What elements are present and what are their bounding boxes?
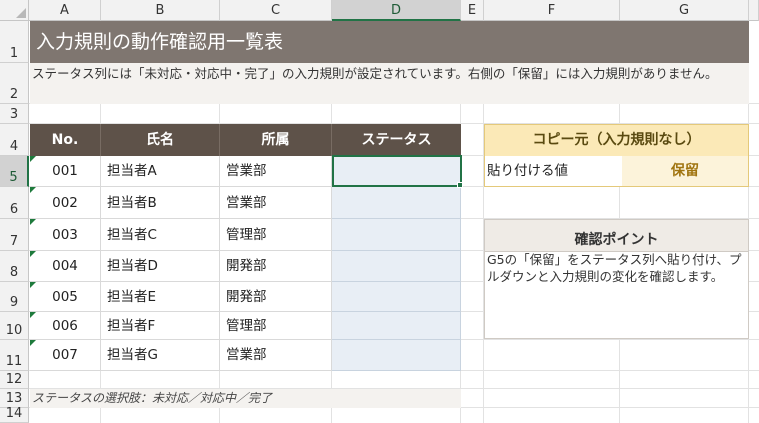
table-header-status[interactable]: ステータス [332, 124, 461, 156]
cell-name[interactable]: 担当者F [101, 312, 220, 340]
error-indicator-icon [30, 251, 36, 257]
cell-no[interactable]: 002 [30, 187, 101, 219]
row-header-5[interactable]: 5 [0, 156, 29, 187]
column-header-e[interactable]: E [461, 0, 484, 21]
error-indicator-icon [30, 187, 36, 193]
table-header-name[interactable]: 氏名 [101, 124, 220, 156]
row-header-12[interactable]: 12 [0, 371, 29, 389]
cell-no[interactable]: 004 [30, 251, 101, 282]
cell-dept[interactable]: 管理部 [220, 312, 332, 340]
table-header-no[interactable]: No. [30, 124, 101, 156]
cell-status[interactable] [332, 219, 461, 251]
sheet-title[interactable]: 入力規則の動作確認用一覧表 [30, 21, 749, 63]
check-point-header[interactable]: 確認ポイント [485, 220, 748, 252]
cell-no[interactable]: 005 [30, 282, 101, 312]
copy-source-header[interactable]: コピー元（入力規則なし） [485, 125, 748, 157]
table-header-dept[interactable]: 所属 [220, 124, 332, 156]
cell-dept[interactable]: 管理部 [220, 219, 332, 251]
check-point-box: 確認ポイント G5の「保留」をステータス列へ貼り付け、プルダウンと入力規則の変化… [484, 219, 749, 339]
column-header-h[interactable] [749, 0, 759, 21]
column-header-f[interactable]: F [484, 0, 620, 21]
status-options-note[interactable]: ステータスの選択肢：未対応／対応中／完了 [30, 389, 461, 408]
error-indicator-icon [30, 340, 36, 346]
cell-dept[interactable]: 開発部 [220, 251, 332, 282]
error-indicator-icon [30, 312, 36, 318]
cell-no[interactable]: 001 [30, 156, 101, 187]
row-header-8[interactable]: 8 [0, 251, 29, 282]
cell-status[interactable] [332, 251, 461, 282]
sheet-description[interactable]: ステータス列には「未対応・対応中・完了」の入力規則が設定されています。右側の「保… [30, 63, 749, 104]
error-indicator-icon [30, 219, 36, 225]
row-header-14[interactable]: 14 [0, 406, 29, 423]
fill-handle[interactable] [457, 182, 463, 188]
cell-status[interactable] [332, 312, 461, 340]
row-header-11[interactable]: 11 [0, 340, 29, 371]
row-header-2[interactable]: 2 [0, 63, 29, 104]
row-header-1[interactable]: 1 [0, 21, 29, 63]
cell-name[interactable]: 担当者E [101, 282, 220, 312]
error-indicator-icon [30, 156, 36, 162]
row-header-3[interactable]: 3 [0, 104, 29, 124]
cell-dept[interactable]: 営業部 [220, 156, 332, 187]
cell-name[interactable]: 担当者C [101, 219, 220, 251]
error-indicator-icon [30, 282, 36, 288]
cell-dept[interactable]: 営業部 [220, 340, 332, 371]
cell-no[interactable]: 003 [30, 219, 101, 251]
cell-name[interactable]: 担当者A [101, 156, 220, 187]
column-header-b[interactable]: B [101, 0, 220, 21]
column-header-c[interactable]: C [220, 0, 332, 21]
copy-source-value[interactable]: 保留 [622, 156, 748, 186]
cell-dept[interactable]: 営業部 [220, 187, 332, 219]
copy-source-label[interactable]: 貼り付ける値 [485, 156, 624, 186]
corner-triangle-icon [16, 8, 26, 18]
cell-dept[interactable]: 開発部 [220, 282, 332, 312]
cell-name[interactable]: 担当者G [101, 340, 220, 371]
column-header-a[interactable]: A [29, 0, 101, 21]
row-header-10[interactable]: 10 [0, 312, 29, 340]
cell-status[interactable] [332, 187, 461, 219]
row-header-4[interactable]: 4 [0, 124, 29, 156]
check-point-text[interactable]: G5の「保留」をステータス列へ貼り付け、プルダウンと入力規則の変化を確認します。 [487, 251, 745, 285]
cell-name[interactable]: 担当者D [101, 251, 220, 282]
cell-status[interactable] [332, 340, 461, 371]
cell-no[interactable]: 006 [30, 312, 101, 340]
select-all-corner[interactable] [0, 0, 29, 21]
cell-name[interactable]: 担当者B [101, 187, 220, 219]
row-header-7[interactable]: 7 [0, 219, 29, 251]
column-header-d[interactable]: D [332, 0, 461, 21]
cell-no[interactable]: 007 [30, 340, 101, 371]
copy-source-box: コピー元（入力規則なし） 貼り付ける値 保留 [484, 124, 749, 187]
cell-status[interactable] [332, 282, 461, 312]
row-header-9[interactable]: 9 [0, 282, 29, 312]
row-header-6[interactable]: 6 [0, 187, 29, 219]
active-cell-d5[interactable] [332, 155, 462, 187]
column-header-g[interactable]: G [620, 0, 749, 21]
